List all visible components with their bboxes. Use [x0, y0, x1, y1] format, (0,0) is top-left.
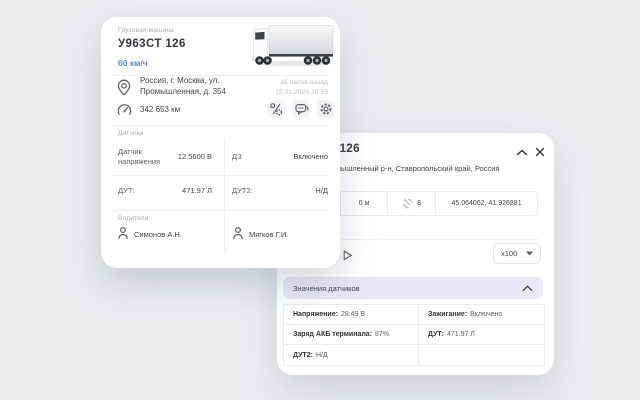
- driver-name: Симонов А.Н.: [134, 230, 182, 239]
- vehicle-speed: 60 км/ч: [118, 58, 148, 68]
- close-card-button[interactable]: [533, 145, 547, 159]
- satellites-count: 8: [417, 200, 421, 207]
- divider: [224, 139, 225, 252]
- sensor-values-header[interactable]: Значения датчиков: [283, 277, 543, 299]
- sensor-values-title: Значения датчиков: [293, 284, 360, 293]
- sensor-name: ДУТ:: [118, 186, 135, 196]
- divider: [112, 125, 329, 126]
- driver-name: Мягков Г.И.: [249, 230, 288, 239]
- chat-icon: [294, 102, 309, 116]
- page-background: У963СТ 126 Промышленный р-н, Ставропольс…: [0, 0, 640, 400]
- playback-speed-value: x100: [501, 249, 517, 258]
- distance-cell: 0 м: [341, 192, 388, 215]
- sensor-value: Включено: [293, 152, 328, 161]
- sensor-name: ДУТ2:: [232, 186, 253, 196]
- vehicle-type-label: Грузовая машина: [118, 27, 174, 34]
- divider: [112, 210, 329, 211]
- sensor-value: 471.97 Л: [182, 186, 212, 195]
- vehicle-summary-card: Грузовая машина У963СТ 126 60 км/ч: [101, 17, 340, 268]
- sensor-value: Н/Д: [315, 186, 328, 195]
- route-icon: [269, 102, 283, 116]
- sensors-section-title: Датчики: [118, 130, 144, 137]
- chevron-up-icon: [522, 285, 533, 292]
- truck-image: [248, 20, 336, 70]
- sensor-values-table: Напряжение: 28.49 В Зажигание: Включено …: [283, 304, 545, 366]
- detail-address: Промышленный р-н, Ставропольский край, Р…: [322, 164, 499, 173]
- sensor-value: 12.5600 В: [178, 152, 212, 161]
- settings-gear-icon: [319, 102, 333, 116]
- person-icon: [117, 226, 129, 240]
- vehicle-address: Россия, г. Москва, ул. Промышленная, д. …: [140, 76, 226, 97]
- drivers-section-title: Водители: [118, 215, 149, 222]
- play-icon: [343, 250, 353, 261]
- coordinates-cell: 45.064062, 41.926881: [436, 192, 537, 215]
- table-cell: Заряд АКБ терминала: 87%: [284, 325, 419, 345]
- route-button[interactable]: [267, 100, 285, 118]
- collapse-card-button[interactable]: [515, 145, 529, 159]
- close-icon: [535, 147, 545, 157]
- settings-button[interactable]: [317, 100, 335, 118]
- satellite-icon: [402, 198, 413, 209]
- chevron-up-icon: [516, 149, 528, 156]
- table-cell: Напряжение: 28.49 В: [284, 305, 419, 325]
- sensor-name: ДЗ: [232, 152, 242, 162]
- table-cell: [419, 345, 544, 365]
- location-pin-icon: [117, 79, 131, 96]
- person-icon: [232, 226, 244, 240]
- divider: [112, 175, 329, 176]
- play-button[interactable]: [342, 249, 353, 261]
- table-cell: ДУТ: 471.97 Л: [419, 325, 544, 345]
- last-update-time: 15 часов назад 15.01.2024 20:35: [275, 78, 328, 98]
- odometer-value: 342 653 км: [140, 105, 180, 114]
- table-cell: Зажигание: Включено: [419, 305, 544, 325]
- satellites-cell: 8: [388, 192, 436, 215]
- table-cell: ДУТ2: Н/Д: [284, 345, 419, 365]
- odometer-icon: [117, 103, 132, 116]
- playback-speed-select[interactable]: x100: [493, 243, 541, 264]
- chat-button[interactable]: [292, 100, 310, 118]
- caret-down-icon: [526, 251, 533, 256]
- vehicle-plate: У963СТ 126: [118, 38, 186, 50]
- sensor-name: Датчик напряжения: [118, 147, 178, 166]
